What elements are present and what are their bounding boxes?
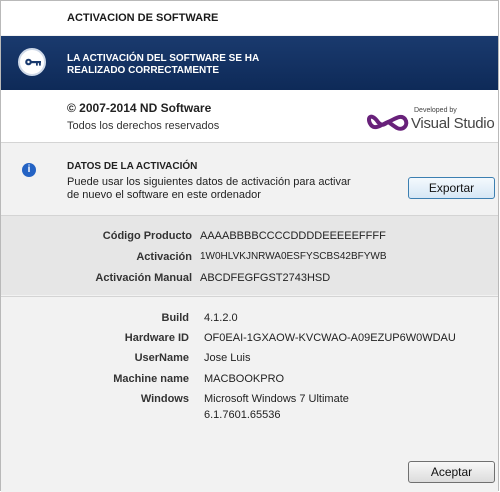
activation-description-line-2: de nuevo el software en este ordenador [67, 189, 261, 201]
product-code-label: Código Producto [102, 230, 192, 242]
success-line-1: LA ACTIVACIÓN DEL SOFTWARE SE HA [67, 53, 260, 64]
manual-activation-value: ABCDFEGFGST2743HSD [200, 272, 331, 284]
visual-studio-infinity-icon [367, 114, 409, 131]
product-code-value: AAAABBBBCCCCDDDDEEEEEFFFF [200, 230, 386, 242]
activation-description: Puede usar los siguientes datos de activ… [67, 176, 377, 202]
activation-value: 1W0HLVKJNRWA0ESFYSCBS42BFYWB [200, 251, 387, 262]
windows-version-value: 6.1.7601.65536 [204, 409, 281, 421]
info-icon: i [22, 163, 36, 177]
machine-name-value: MACBOOKPRO [204, 373, 285, 385]
windows-label: Windows [140, 393, 189, 405]
visual-studio-label: Visual Studio [411, 115, 495, 132]
copyright-text: © 2007-2014 ND Software [67, 101, 212, 115]
success-line-2: REALIZADO CORRECTAMENTE [67, 65, 220, 76]
build-label: Build [161, 312, 190, 324]
activation-label: Activación [136, 251, 192, 263]
windows-value: Microsoft Windows 7 Ultimate [204, 393, 349, 405]
activation-description-line-1: Puede usar los siguientes datos de activ… [67, 176, 351, 188]
window-title: ACTIVACION DE SOFTWARE [67, 12, 219, 24]
build-value: 4.1.2.0 [204, 312, 238, 324]
machine-name-label: Machine name [113, 373, 189, 385]
hardware-id-value: OF0EAI-1GXAOW-KVCWAO-A09EZUP6W0WDAU [204, 332, 456, 344]
success-banner: LA ACTIVACIÓN DEL SOFTWARE SE HA REALIZA… [1, 36, 498, 90]
hardware-id-label: Hardware ID [124, 332, 189, 344]
about-section: © 2007-2014 ND Software Todos los derech… [1, 90, 498, 142]
visual-studio-logo: Developed by Visual Studio [367, 105, 497, 135]
username-label: UserName [134, 352, 189, 364]
developed-by-label: Developed by [414, 107, 457, 114]
manual-activation-label: Activación Manual [95, 272, 192, 284]
activation-window: ACTIVACION DE SOFTWARE LA ACTIVACIÓN DEL… [0, 0, 499, 492]
username-value: Jose Luis [204, 352, 251, 364]
window-title-bar: ACTIVACION DE SOFTWARE [1, 1, 498, 35]
accept-button[interactable]: Aceptar [408, 461, 495, 483]
activation-codes-panel: Código Producto AAAABBBBCCCCDDDDEEEEEFFF… [1, 216, 498, 295]
export-button[interactable]: Exportar [408, 177, 495, 199]
rights-text: Todos los derechos reservados [67, 120, 220, 132]
activation-heading: DATOS DE LA ACTIVACIÓN [67, 161, 198, 172]
key-icon [18, 48, 46, 76]
success-message: LA ACTIVACIÓN DEL SOFTWARE SE HA REALIZA… [67, 53, 259, 77]
